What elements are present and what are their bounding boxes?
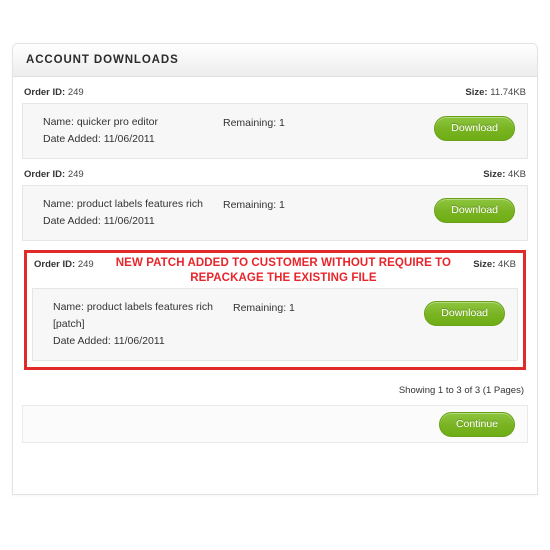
order-id-label: Order ID: <box>34 259 76 270</box>
panel-header: ACCOUNT DOWNLOADS <box>13 44 537 77</box>
order-id-label: Order ID: <box>24 87 66 98</box>
size-label: Size: <box>483 169 506 180</box>
download-name-cell: Name: product labels features rich [patc… <box>53 299 233 350</box>
file-size: Size: 4KB <box>483 169 526 181</box>
size-value: 4KB <box>498 259 516 270</box>
download-row: Name: product labels features rich Date … <box>22 185 528 241</box>
download-remaining: Remaining: 1 <box>223 117 285 129</box>
order-id: Order ID: 249 <box>24 87 84 99</box>
size-value: 4KB <box>508 169 526 180</box>
download-meta: Order ID: 249 Size: 11.74KB <box>22 86 528 103</box>
size-label: Size: <box>473 259 496 270</box>
file-size: Size: 11.74KB <box>465 87 526 99</box>
download-button-cell: Download <box>434 196 515 223</box>
download-name-cell: Name: product labels features rich Date … <box>43 196 223 230</box>
file-size: Size: 4KB <box>473 257 516 271</box>
pagination-summary-row: Showing 1 to 3 of 3 (1 Pages) <box>22 379 528 405</box>
order-id: Order ID: 249 <box>24 169 84 181</box>
order-id-value: 249 <box>67 87 84 98</box>
download-group-highlighted: Order ID: 249 NEW PATCH ADDED TO CUSTOME… <box>24 250 526 370</box>
download-button[interactable]: Download <box>434 198 515 223</box>
continue-button[interactable]: Continue <box>438 411 515 437</box>
download-remaining: Remaining: 1 <box>233 302 295 314</box>
account-downloads-panel: ACCOUNT DOWNLOADS Order ID: 249 Size: 11… <box>12 43 538 495</box>
form-actions-bar: Continue <box>22 405 528 443</box>
download-name: Name: product labels features rich <box>43 198 203 210</box>
annotation-text: NEW PATCH ADDED TO CUSTOMER WITHOUT REQU… <box>115 257 452 284</box>
download-name-cell: Name: quicker pro editor Date Added: 11/… <box>43 114 223 148</box>
download-button[interactable]: Download <box>434 116 515 141</box>
download-date-added: Date Added: 11/06/2011 <box>53 335 165 347</box>
pagination-summary: Showing 1 to 3 of 3 (1 Pages) <box>398 385 524 396</box>
download-name: Name: quicker pro editor <box>43 116 158 128</box>
order-id: Order ID: 249 <box>34 257 94 271</box>
download-row: Name: quicker pro editor Date Added: 11/… <box>22 103 528 159</box>
download-name: Name: product labels features rich [patc… <box>53 301 213 330</box>
download-button[interactable]: Download <box>424 301 505 326</box>
size-value: 11.74KB <box>490 87 526 98</box>
panel-body: Order ID: 249 Size: 11.74KB Name: quicke… <box>13 77 537 443</box>
download-date-added: Date Added: 11/06/2011 <box>43 133 155 145</box>
size-label: Size: <box>465 87 488 98</box>
download-remaining: Remaining: 1 <box>223 199 285 211</box>
page-title: ACCOUNT DOWNLOADS <box>26 54 179 66</box>
order-id-label: Order ID: <box>24 169 66 180</box>
download-row: Name: product labels features rich [patc… <box>32 288 518 361</box>
download-meta: Order ID: 249 Size: 4KB <box>22 168 528 185</box>
download-meta: Order ID: 249 NEW PATCH ADDED TO CUSTOME… <box>32 256 518 288</box>
download-button-cell: Download <box>424 299 505 326</box>
screenshot-stage: ACCOUNT DOWNLOADS Order ID: 249 Size: 11… <box>0 0 550 550</box>
download-group: Order ID: 249 Size: 4KB Name: product la… <box>22 168 528 241</box>
download-date-added: Date Added: 11/06/2011 <box>43 215 155 227</box>
order-id-value: 249 <box>77 259 94 270</box>
order-id-value: 249 <box>67 169 84 180</box>
download-button-cell: Download <box>434 114 515 141</box>
download-group: Order ID: 249 Size: 11.74KB Name: quicke… <box>22 86 528 159</box>
